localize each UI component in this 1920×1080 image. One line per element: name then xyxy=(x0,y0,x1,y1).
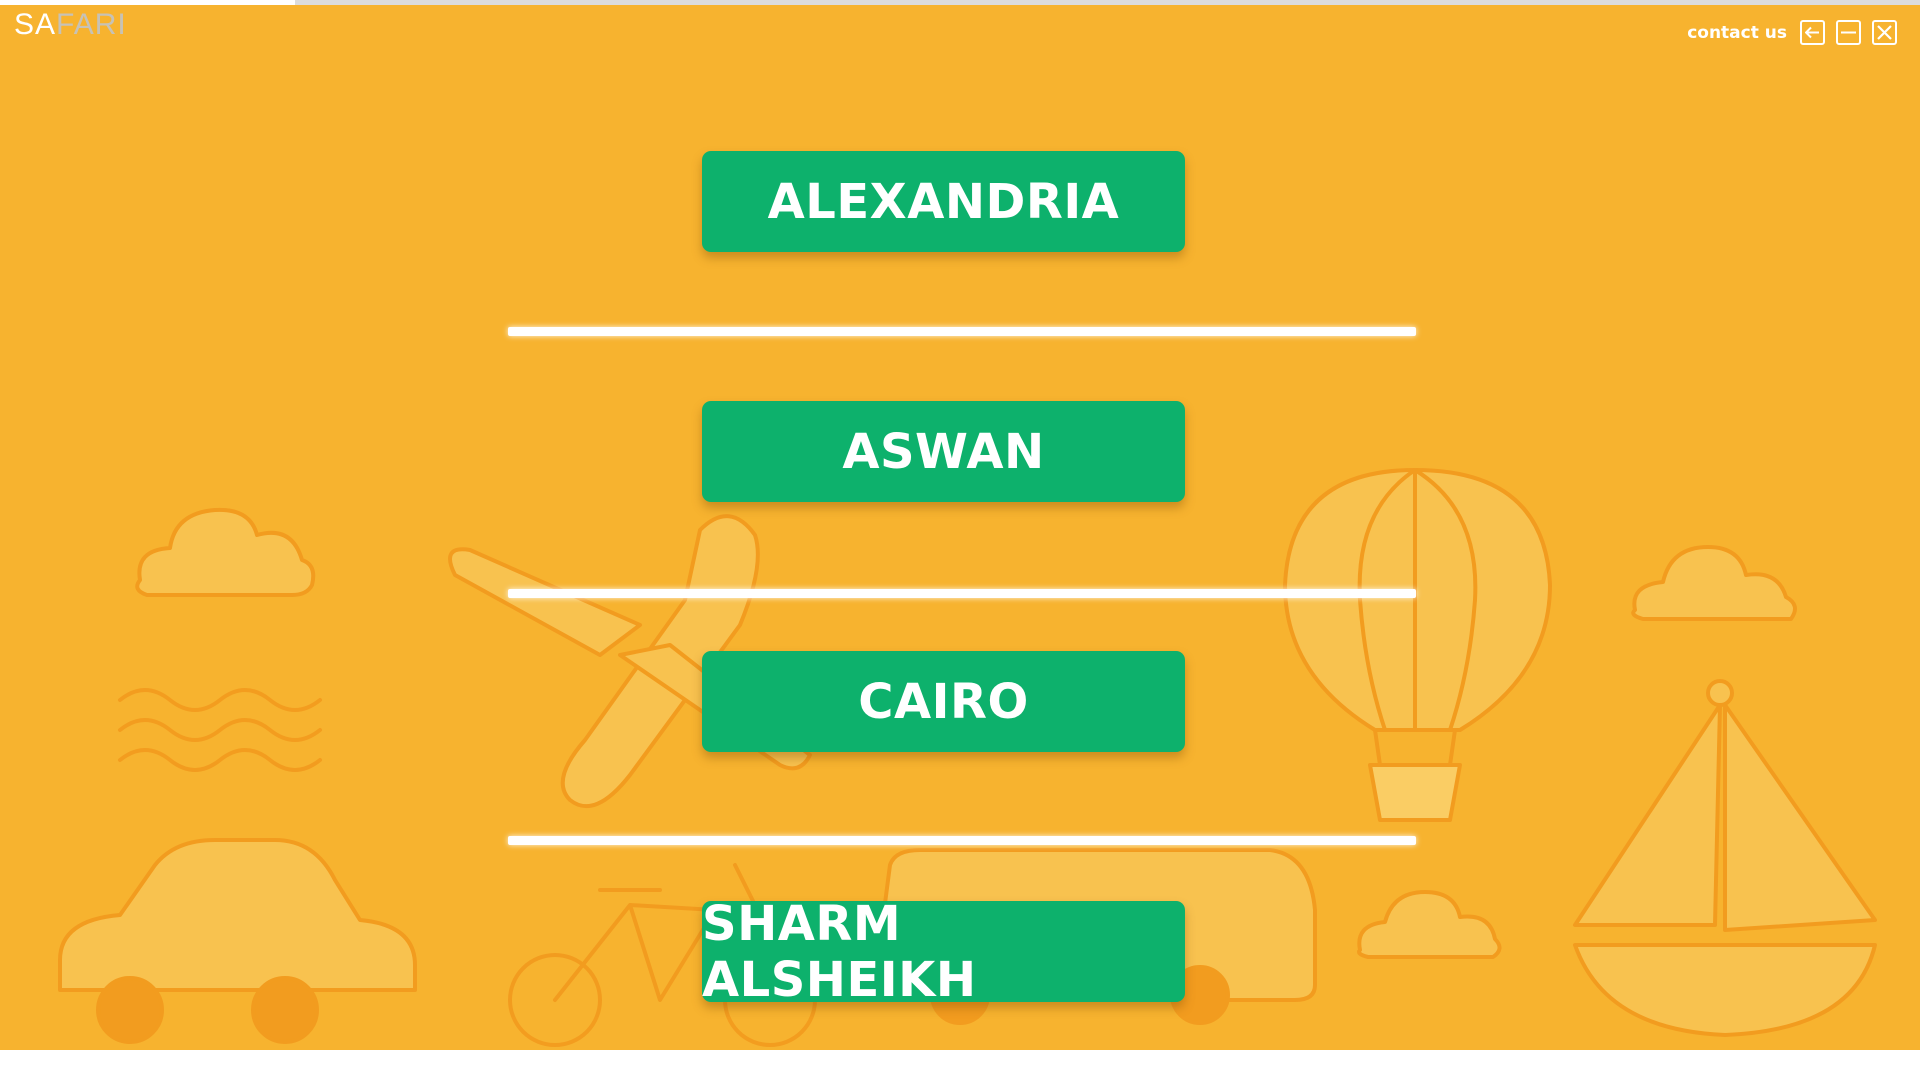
divider xyxy=(508,327,1416,336)
hot-air-balloon-icon xyxy=(1283,468,1552,732)
destination-button-sharm-alsheikh[interactable]: SHARM ALSHEIKH xyxy=(702,896,1185,1008)
contact-us-link[interactable]: contact us xyxy=(1687,23,1787,43)
window-controls: contact us xyxy=(1687,20,1897,45)
destination-button-aswan[interactable]: ASWAN xyxy=(702,401,1185,502)
app-logo: SAFARI xyxy=(14,8,127,42)
close-button[interactable] xyxy=(1872,20,1897,45)
minimize-button[interactable] xyxy=(1836,20,1861,45)
logo-part-secondary: FARI xyxy=(56,8,127,41)
car-icon xyxy=(58,838,417,992)
close-icon xyxy=(1877,25,1892,40)
app-window: SAFARI contact us ALEXANDRIA ASWAN CAIRO… xyxy=(0,0,1920,1050)
destination-button-cairo[interactable]: CAIRO xyxy=(702,651,1185,752)
back-icon xyxy=(1805,26,1819,39)
cloud-icon xyxy=(1357,890,1502,959)
cloud-icon xyxy=(1631,545,1797,621)
destination-button-alexandria[interactable]: ALEXANDRIA xyxy=(702,151,1185,252)
minimize-icon xyxy=(1841,31,1856,34)
logo-part-primary: SA xyxy=(14,8,57,41)
divider xyxy=(508,836,1416,845)
back-button[interactable] xyxy=(1800,20,1825,45)
sailboat-icon xyxy=(1573,703,1722,927)
cloud-icon xyxy=(135,507,316,597)
divider xyxy=(508,589,1416,598)
